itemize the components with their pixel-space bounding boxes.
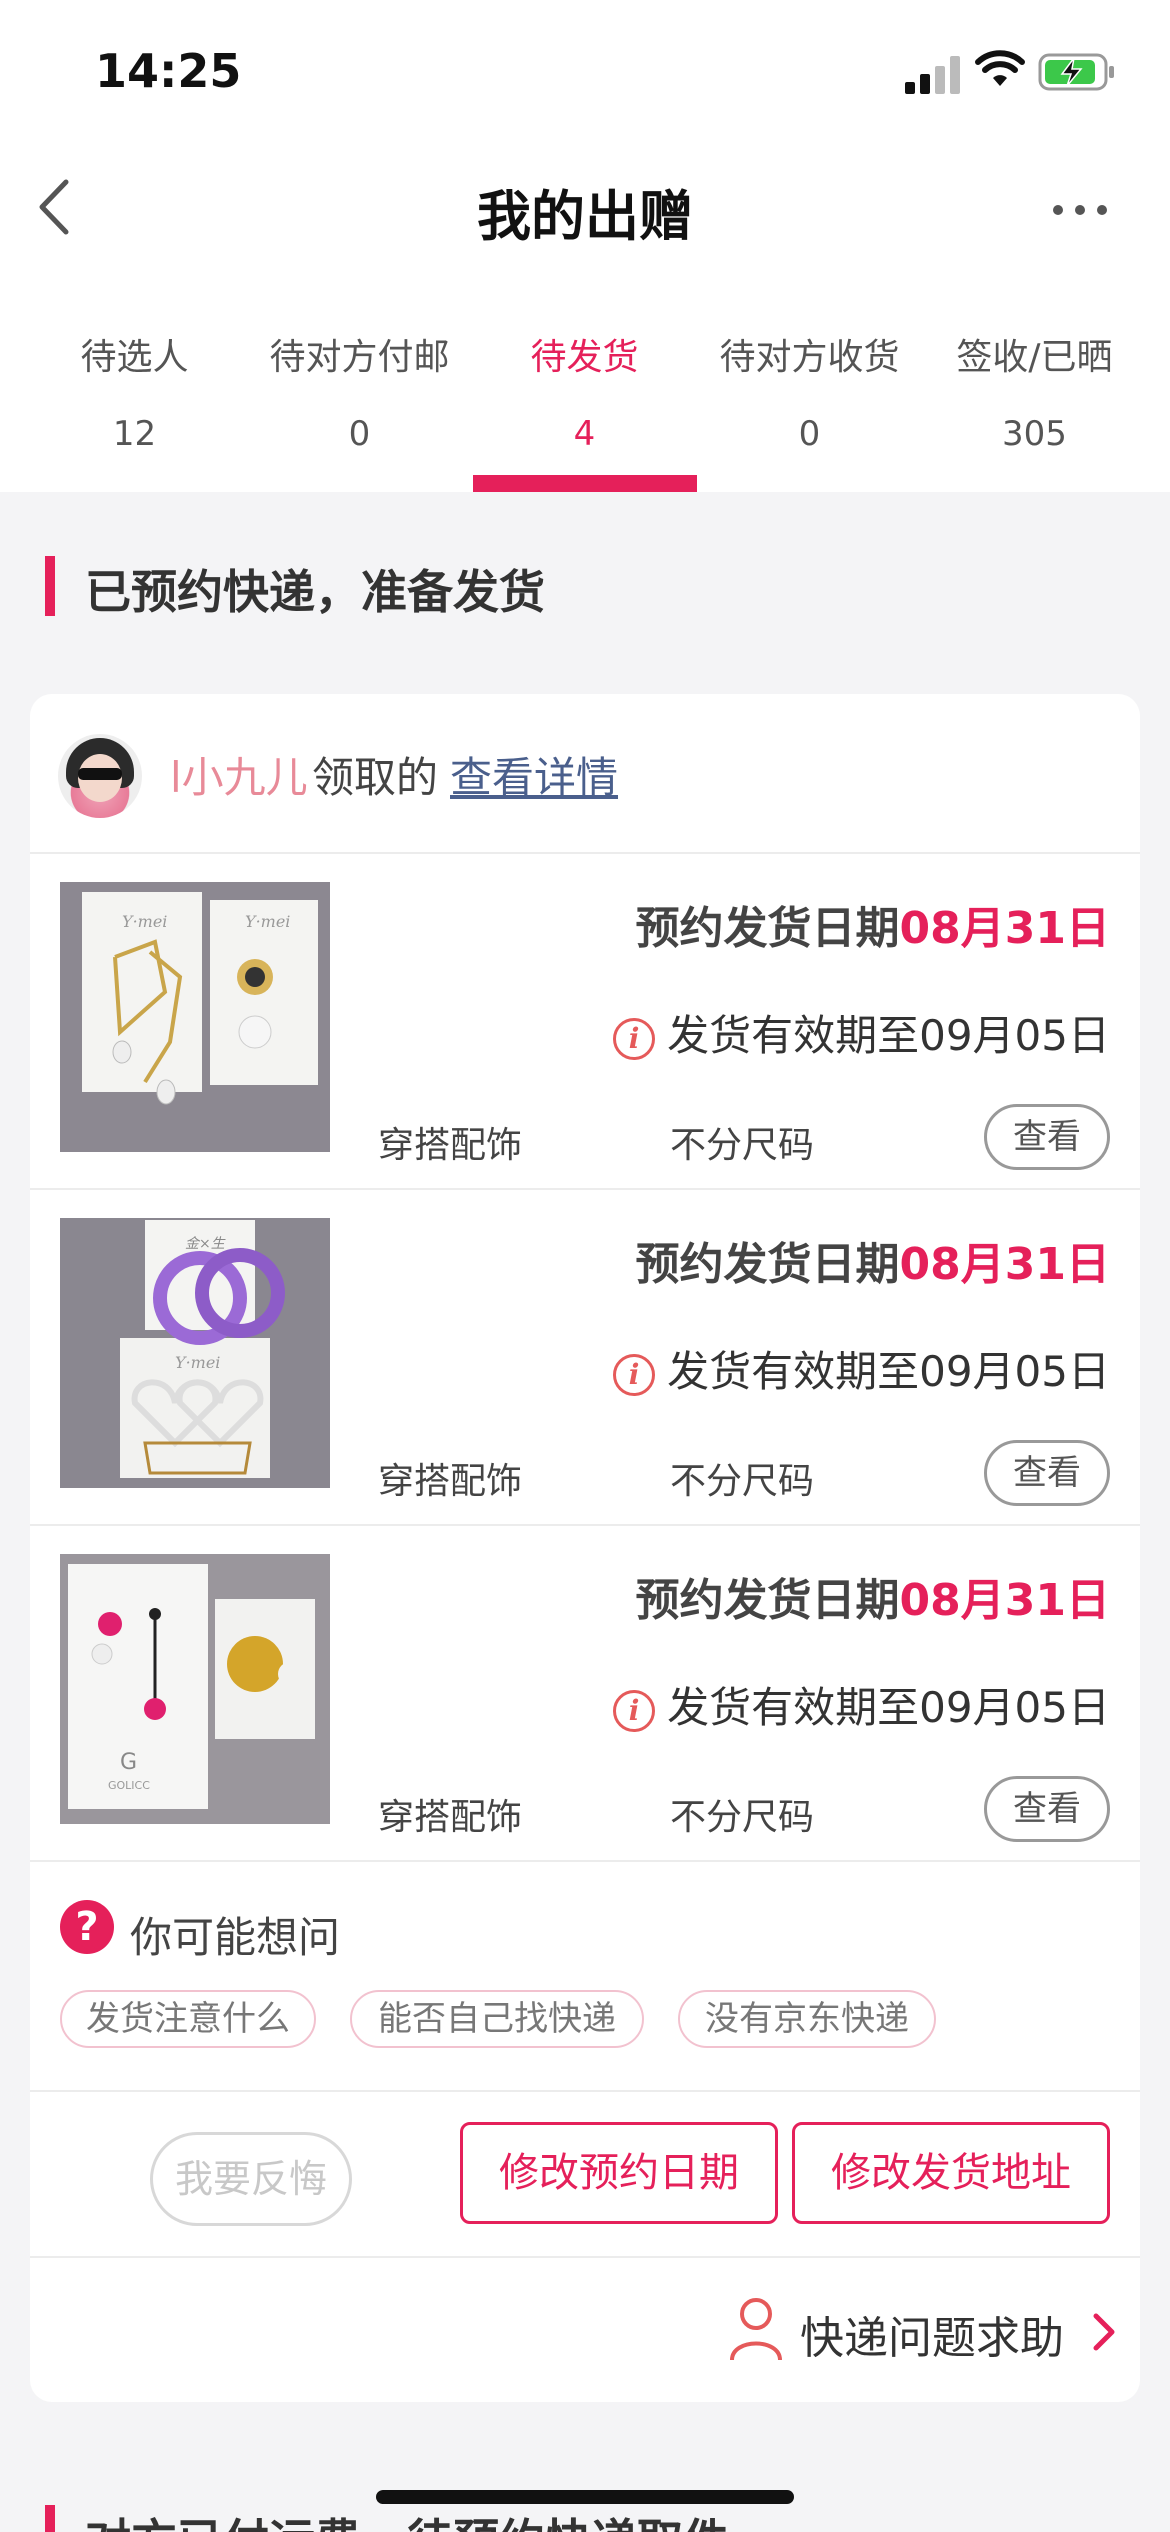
more-options-icon[interactable] (1050, 190, 1110, 230)
status-tabs: 待选人 12 待对方付邮 0 待发货 4 待对方收货 0 签收/已晒 305 (0, 320, 1170, 492)
tab-pending-select[interactable]: 待选人 12 (22, 320, 247, 492)
date-label: 预约发货日期 (635, 903, 900, 954)
date-value: 08月31日 (899, 903, 1110, 954)
item-size: 不分尺码 (670, 1461, 815, 1502)
product-image[interactable]: 金×生 Y·mei (60, 1218, 330, 1488)
view-details-link[interactable]: 查看详情 (450, 744, 618, 805)
tab-label: 待发货 (530, 337, 639, 378)
tab-label: 待对方收货 (719, 337, 900, 378)
section-title: 已预约快递，准备发货 (85, 565, 545, 619)
svg-text:Y·mei: Y·mei (175, 1353, 220, 1372)
top-panel: 14:25 我的出赠 待选人 12 待对方付邮 0 待发货 4 待对方收货 0 … (0, 0, 1170, 492)
date-label: 预约发货日期 (635, 1575, 900, 1626)
svg-text:Y·mei: Y·mei (122, 912, 167, 931)
regret-button[interactable]: 我要反悔 (150, 2132, 352, 2226)
date-value: 08月31日 (899, 1575, 1110, 1626)
active-tab-indicator (473, 475, 697, 492)
courier-help-label: 快递问题求助 (800, 2313, 1064, 2364)
order-card: l小九儿 领取的 查看详情 Y·mei Y·mei 预约发货日期08月31日 i… (30, 694, 1140, 2402)
faq-chip-no-jd-express[interactable]: 没有京东快递 (678, 1990, 936, 2048)
receiver-name[interactable]: l小九儿 (170, 744, 308, 805)
list-item[interactable]: Y·mei Y·mei 预约发货日期08月31日 i 发货有效期至09月05日 穿… (30, 854, 1140, 1190)
modify-address-button[interactable]: 修改发货地址 (792, 2122, 1110, 2224)
validity-text: 发货有效期至09月05日 (667, 1347, 1110, 1396)
tab-count: 12 (112, 414, 157, 454)
list-item[interactable]: G GOLICC 预约发货日期08月31日 i 发货有效期至09月05日 穿搭配饰… (30, 1526, 1140, 1862)
validity-text: 发货有效期至09月05日 (667, 1011, 1110, 1060)
item-category: 穿搭配饰 (378, 1461, 523, 1502)
tab-pending-postage[interactable]: 待对方付邮 0 (247, 320, 472, 492)
faq-chip-shipping-notes[interactable]: 发货注意什么 (60, 1990, 316, 2048)
item-category: 穿搭配饰 (378, 1125, 523, 1166)
home-indicator[interactable] (376, 2490, 794, 2504)
svg-text:金×生: 金×生 (185, 1236, 226, 1252)
item-size: 不分尺码 (670, 1797, 815, 1838)
status-time: 14:25 (95, 44, 242, 98)
person-icon (730, 2298, 782, 2361)
tab-pending-shipment[interactable]: 待发货 4 (472, 320, 697, 492)
receiver-header: l小九儿 领取的 查看详情 (30, 694, 1140, 854)
view-button[interactable]: 查看 (984, 1776, 1110, 1842)
tab-pending-receipt[interactable]: 待对方收货 0 (697, 320, 922, 492)
avatar[interactable] (58, 734, 142, 818)
svg-text:Y·mei: Y·mei (245, 912, 290, 931)
tab-received-shared[interactable]: 签收/已晒 305 (922, 320, 1147, 492)
view-button[interactable]: 查看 (984, 1440, 1110, 1506)
scheduled-ship-date: 预约发货日期08月31日 (636, 1564, 1110, 1628)
order-actions: 我要反悔 修改预约日期 修改发货地址 (30, 2092, 1140, 2258)
question-icon: ? (60, 1900, 114, 1954)
list-item[interactable]: 金×生 Y·mei 预约发货日期08月31日 i 发货有效期至09月05日 穿搭配… (30, 1190, 1140, 1526)
item-category: 穿搭配饰 (378, 1797, 523, 1838)
section-accent-bar (45, 556, 55, 616)
validity-text: 发货有效期至09月05日 (667, 1683, 1110, 1732)
modify-date-button[interactable]: 修改预约日期 (460, 2122, 778, 2224)
ship-validity: i 发货有效期至09月05日 (613, 1002, 1110, 1063)
svg-text:GOLICC: GOLICC (108, 1779, 150, 1792)
page-title: 我的出赠 (477, 185, 693, 248)
receiver-suffix: 领取的 (312, 753, 439, 802)
info-icon: i (613, 1354, 656, 1396)
date-label: 预约发货日期 (635, 1239, 900, 1290)
tab-label: 签收/已晒 (956, 337, 1113, 378)
tab-count: 4 (573, 414, 596, 454)
tab-count: 0 (798, 414, 821, 454)
chevron-right-icon (1093, 2313, 1115, 2351)
view-button[interactable]: 查看 (984, 1104, 1110, 1170)
info-icon: i (613, 1018, 656, 1060)
courier-help-row[interactable]: 快递问题求助 (30, 2258, 1140, 2402)
ship-validity: i 发货有效期至09月05日 (613, 1674, 1110, 1735)
battery-charging-icon (1038, 53, 1114, 91)
scheduled-ship-date: 预约发货日期08月31日 (636, 1228, 1110, 1292)
scheduled-ship-date: 预约发货日期08月31日 (636, 892, 1110, 956)
faq-section: ? 你可能想问 发货注意什么 能否自己找快递 没有京东快递 (30, 1862, 1140, 2092)
faq-chip-own-courier[interactable]: 能否自己找快递 (350, 1990, 644, 2048)
tab-label: 待选人 (80, 337, 189, 378)
date-value: 08月31日 (899, 1239, 1110, 1290)
product-image[interactable]: G GOLICC (60, 1554, 330, 1824)
tab-count: 0 (348, 414, 371, 454)
section-accent-bar (45, 2505, 55, 2532)
wifi-icon (975, 50, 1025, 86)
next-section-title: 对方已付运费，待预约快递取件 (85, 2505, 729, 2532)
info-icon: i (613, 1690, 656, 1732)
svg-text:G: G (120, 1750, 137, 1775)
item-size: 不分尺码 (670, 1125, 815, 1166)
product-image[interactable]: Y·mei Y·mei (60, 882, 330, 1152)
faq-title: 你可能想问 (130, 1913, 341, 1962)
tab-label: 待对方付邮 (269, 337, 450, 378)
ship-validity: i 发货有效期至09月05日 (613, 1338, 1110, 1399)
cellular-signal-icon (905, 56, 961, 94)
tab-count: 305 (1002, 414, 1067, 454)
